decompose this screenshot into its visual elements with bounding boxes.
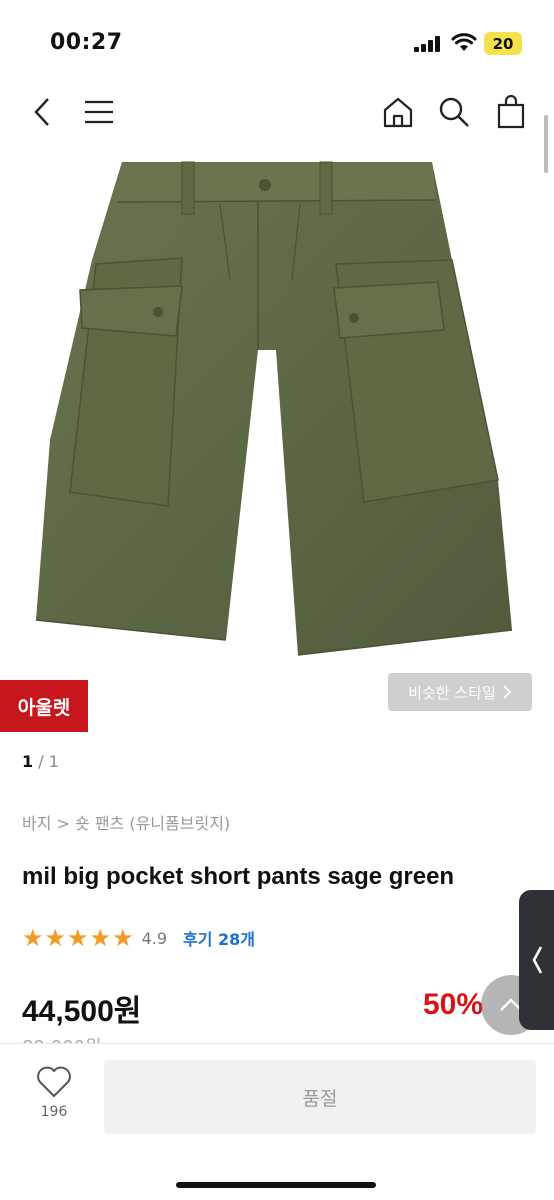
star-icon: ★ xyxy=(67,924,89,952)
outlet-badge: 아울렛 xyxy=(0,680,88,732)
original-price: 89,000원 xyxy=(22,1033,102,1043)
like-count: 196 xyxy=(40,1104,68,1120)
wifi-icon xyxy=(451,33,477,51)
pager-current: 1 xyxy=(22,752,34,771)
chevron-left-icon xyxy=(532,946,542,974)
star-icon: ★ xyxy=(22,924,44,952)
rating-value: 4.9 xyxy=(141,928,168,948)
product-image[interactable] xyxy=(0,140,554,670)
pager-total: 1 xyxy=(48,752,59,771)
home-button[interactable] xyxy=(376,88,420,136)
pager-separator: / xyxy=(33,752,49,771)
star-rating: ★ ★ ★ ★ ★ xyxy=(22,926,134,950)
sale-price: 44,500원 xyxy=(22,995,142,1028)
top-nav-bar xyxy=(0,88,554,136)
chevron-right-icon xyxy=(503,685,512,699)
cart-button[interactable] xyxy=(489,88,533,136)
breadcrumb[interactable]: 바지 > 숏 팬츠 (유니폼브릿지) xyxy=(22,810,230,834)
back-arrow-icon xyxy=(34,98,49,126)
menu-button[interactable] xyxy=(77,88,121,136)
review-count-link[interactable]: 후기 28개 xyxy=(183,926,255,950)
similar-style-label: 비슷한 스타일 xyxy=(408,683,496,702)
sold-out-button[interactable]: 품절 xyxy=(104,1060,536,1134)
cellular-signal-icon xyxy=(414,36,440,52)
discount-rate: 50% xyxy=(423,988,484,1021)
search-button[interactable] xyxy=(432,88,476,136)
similar-style-button[interactable]: 비슷한 스타일 xyxy=(388,673,532,711)
star-icon: ★ xyxy=(89,924,112,952)
heart-icon xyxy=(37,1066,71,1097)
shopping-bag-icon xyxy=(497,95,525,129)
side-panel-tab[interactable] xyxy=(519,890,554,1030)
search-icon xyxy=(439,97,469,127)
bottom-action-bar: 196 품절 xyxy=(0,1043,554,1200)
status-bar: 00:27 20 xyxy=(0,0,554,88)
image-pager: 1 / 1 xyxy=(22,752,59,771)
star-icon: ★ xyxy=(44,924,67,952)
rating-row: ★ ★ ★ ★ ★ 4.9 후기 28개 xyxy=(22,924,255,952)
status-time: 00:27 xyxy=(50,30,123,55)
product-title: mil big pocket short pants sage green xyxy=(22,863,455,890)
battery-indicator: 20 xyxy=(484,32,522,55)
star-icon: ★ xyxy=(112,924,134,952)
like-button[interactable]: 196 xyxy=(28,1066,80,1136)
menu-icon xyxy=(85,100,113,124)
home-indicator xyxy=(176,1182,376,1188)
home-icon xyxy=(383,97,413,128)
back-button[interactable] xyxy=(20,88,64,136)
